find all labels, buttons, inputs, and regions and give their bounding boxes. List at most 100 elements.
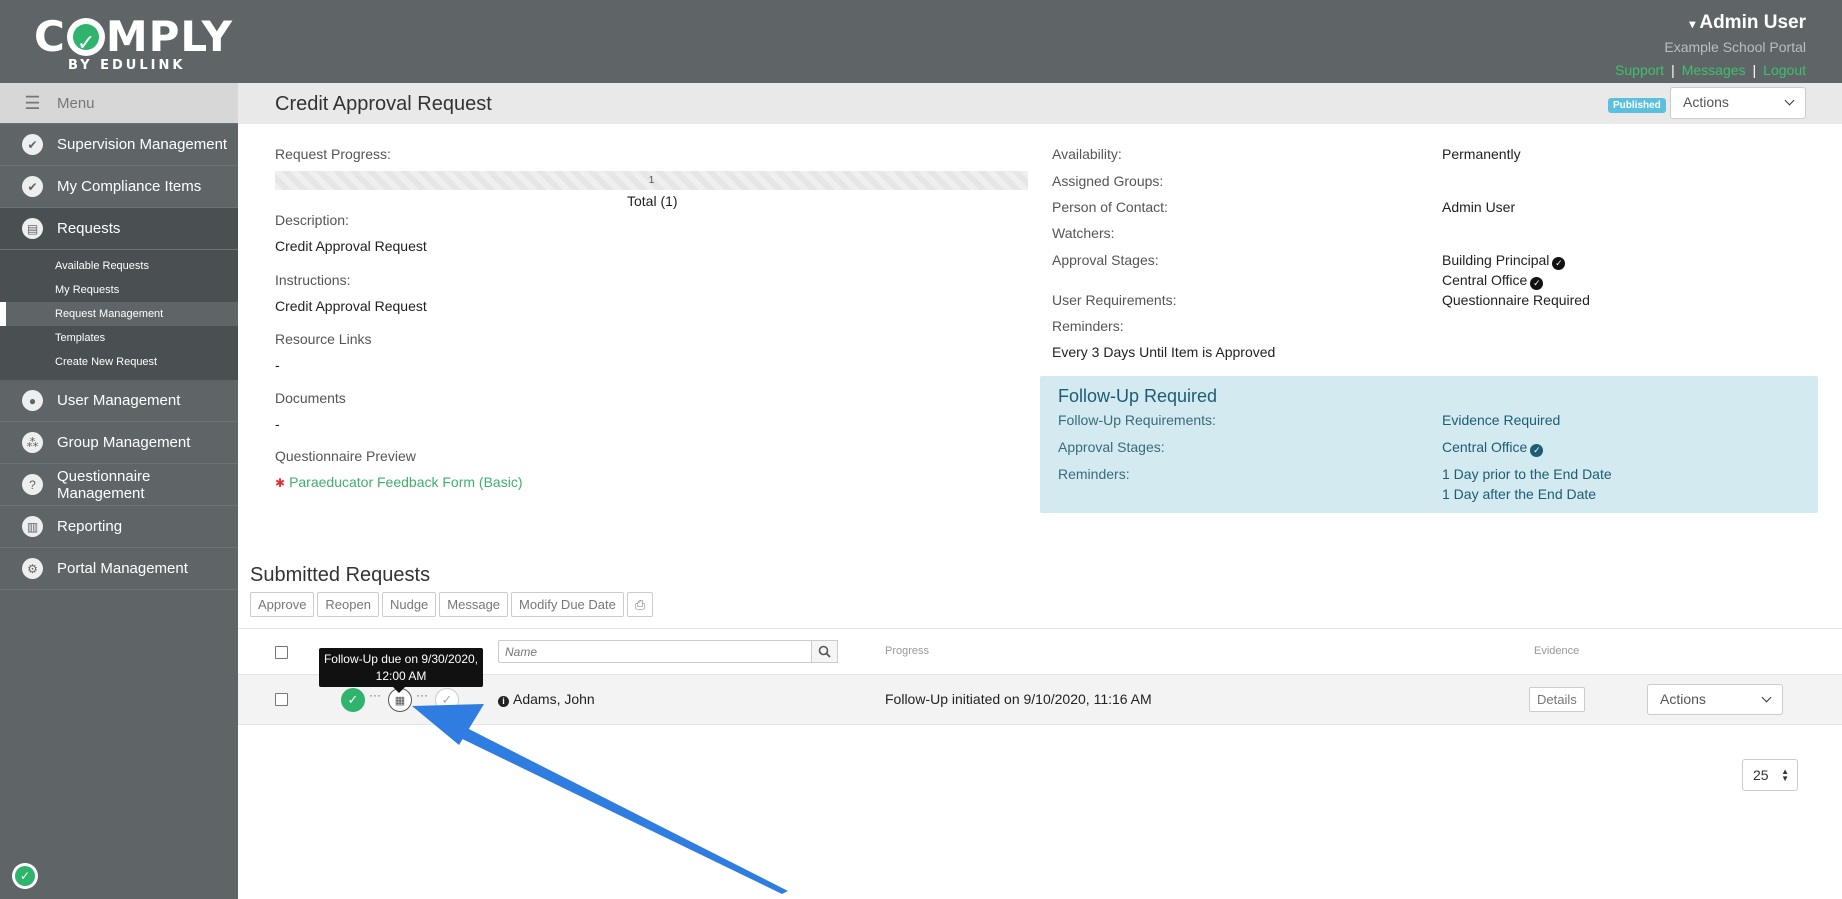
- question-icon: ?: [22, 474, 43, 495]
- chevron-down-icon: ▾: [1689, 17, 1696, 31]
- sidebar-item-reporting[interactable]: ▥ Reporting: [0, 506, 238, 548]
- subitem-create-new-request[interactable]: Create New Request: [0, 350, 238, 374]
- nudge-button[interactable]: Nudge: [381, 592, 437, 617]
- follow-up-approval-label: Approval Stages:: [1058, 439, 1165, 455]
- approved-stage-icon[interactable]: ✓: [341, 688, 365, 712]
- details-button[interactable]: Details: [1529, 687, 1585, 712]
- reminders-label: Reminders:: [1052, 318, 1124, 334]
- status-badge: Published: [1608, 98, 1666, 113]
- sidebar-item-supervision-management[interactable]: ✔ Supervision Management: [0, 124, 238, 166]
- actions-dropdown[interactable]: Actions: [1670, 87, 1806, 119]
- actions-label: Actions: [1660, 691, 1706, 707]
- page-title: Credit Approval Request: [275, 93, 492, 115]
- name-search-input[interactable]: [499, 641, 839, 662]
- page-size-select[interactable]: 25 ▲ ▼: [1742, 759, 1798, 791]
- user-requirements-label: User Requirements:: [1052, 292, 1177, 308]
- approval-stage-1: Building Principal ✓: [1442, 252, 1566, 270]
- person-of-contact-value: Admin User: [1442, 199, 1516, 215]
- subitem-templates[interactable]: Templates: [0, 326, 238, 350]
- check-icon: ✓: [1530, 444, 1544, 457]
- subitem-available-requests[interactable]: Available Requests: [0, 254, 238, 278]
- actions-label: Actions: [1683, 94, 1729, 110]
- list-icon: ☰: [24, 92, 41, 113]
- menu-label: Menu: [57, 94, 95, 112]
- sidebar-item-requests[interactable]: ▤ Requests: [0, 208, 238, 250]
- instructions-label: Instructions:: [275, 272, 351, 288]
- questionnaire-preview-label: Questionnaire Preview: [275, 448, 416, 464]
- sidebar-item-my-compliance-items[interactable]: ✔ My Compliance Items: [0, 166, 238, 208]
- sidebar-item-questionnaire-management[interactable]: ? Questionnaire Management: [0, 464, 238, 506]
- app-header: C ✓ MPLY BY EDULINK ▾ Admin User Example Sc…: [0, 0, 1842, 83]
- required-star-icon: ✱: [275, 476, 286, 490]
- documents-label: Documents: [275, 390, 346, 406]
- approval-stage-name: Central Office: [1442, 272, 1528, 288]
- sidebar-item-label: Group Management: [57, 434, 191, 451]
- sidebar-item-label: User Management: [57, 392, 181, 409]
- progress-column-header: Progress: [885, 645, 930, 657]
- print-button[interactable]: ⎙: [626, 592, 654, 617]
- user-name: Admin User: [1699, 12, 1806, 33]
- sidebar-item-group-management[interactable]: ⁂ Group Management: [0, 422, 238, 464]
- availability-label: Availability:: [1052, 146, 1122, 162]
- request-progress-label: Request Progress:: [275, 146, 391, 162]
- sidebar-item-label: Questionnaire Management: [57, 467, 151, 502]
- subitem-request-management[interactable]: Request Management: [0, 302, 238, 326]
- select-all-checkbox[interactable]: [275, 646, 288, 659]
- sidebar-item-label: Supervision Management: [57, 136, 228, 153]
- check-icon: ✓: [1552, 257, 1566, 270]
- approval-stage-2: Central Office ✓: [1442, 272, 1544, 290]
- chevron-down-icon: [1761, 692, 1772, 703]
- approve-button[interactable]: Approve: [250, 592, 315, 617]
- user-block: ▾ Admin User Example School Portal Suppor…: [1615, 12, 1806, 78]
- follow-up-approval-value: Central Office ✓: [1442, 439, 1544, 457]
- sidebar-item-label: Portal Management: [57, 560, 188, 577]
- approval-stage-name: Building Principal: [1442, 252, 1550, 268]
- follow-up-requirements-label: Follow-Up Requirements:: [1058, 412, 1216, 428]
- check-icon: ✔: [22, 176, 43, 197]
- subitem-my-requests[interactable]: My Requests: [0, 278, 238, 302]
- resource-links-value: -: [275, 357, 280, 373]
- bulk-action-toolbar: Approve Reopen Nudge Message Modify Due …: [250, 592, 654, 617]
- evidence-column-header: Evidence: [1534, 645, 1580, 657]
- row-checkbox[interactable]: [275, 693, 288, 706]
- search-button[interactable]: [811, 640, 838, 663]
- messages-link[interactable]: Messages: [1682, 62, 1746, 78]
- resource-links-label: Resource Links: [275, 331, 372, 347]
- row-actions-dropdown[interactable]: Actions: [1647, 684, 1783, 715]
- portal-name: Example School Portal: [1664, 39, 1806, 55]
- print-icon: ⎙: [634, 597, 646, 612]
- sidebar: ☰ Menu ✔ Supervision Management ✔ My Compli…: [0, 83, 238, 899]
- sidebar-item-portal-management[interactable]: ⚙ Portal Management: [0, 548, 238, 590]
- file-icon: ▤: [22, 218, 43, 239]
- pending-check-icon[interactable]: ✓: [435, 688, 459, 712]
- approval-stages-label: Approval Stages:: [1052, 252, 1159, 268]
- user-links: Support | Messages | Logout: [1615, 62, 1806, 78]
- user-icon: ●: [22, 390, 43, 411]
- search-icon: [818, 645, 831, 658]
- requester-name[interactable]: i Adams, John: [498, 691, 595, 707]
- menu-toggle[interactable]: ☰ Menu: [0, 83, 238, 124]
- message-button[interactable]: Message: [439, 592, 509, 617]
- follow-up-reminders-label: Reminders:: [1058, 466, 1130, 482]
- logout-link[interactable]: Logout: [1763, 62, 1806, 78]
- status-check-icon[interactable]: ✓: [12, 863, 38, 889]
- person-of-contact-label: Person of Contact:: [1052, 199, 1168, 215]
- chart-icon: ▥: [22, 516, 43, 537]
- due-date-tooltip: Follow-Up due on 9/30/2020, 12:00 AM: [319, 648, 483, 693]
- modify-due-date-button[interactable]: Modify Due Date: [511, 592, 624, 617]
- requests-submenu: Available Requests My Requests Request M…: [0, 250, 238, 380]
- support-link[interactable]: Support: [1615, 62, 1664, 78]
- chevron-down-icon: [1784, 95, 1795, 106]
- user-menu[interactable]: ▾ Admin User: [1615, 12, 1806, 34]
- questionnaire-link[interactable]: Paraeducator Feedback Form (Basic): [289, 474, 522, 490]
- availability-value: Permanently: [1442, 146, 1521, 162]
- title-bar: Credit Approval Request Published Action…: [238, 83, 1842, 124]
- questionnaire-link-row: ✱ Paraeducator Feedback Form (Basic): [275, 474, 523, 490]
- arrow-shaft: [450, 722, 788, 894]
- sidebar-item-label: Reporting: [57, 518, 123, 535]
- stage-connector: ···: [416, 688, 428, 702]
- reopen-button[interactable]: Reopen: [317, 592, 379, 617]
- sidebar-item-user-management[interactable]: ● User Management: [0, 380, 238, 422]
- comply-logo[interactable]: C ✓ MPLY BY EDULINK: [34, 14, 234, 74]
- follow-up-panel: Follow-Up Required Follow-Up Requirement…: [1040, 376, 1818, 513]
